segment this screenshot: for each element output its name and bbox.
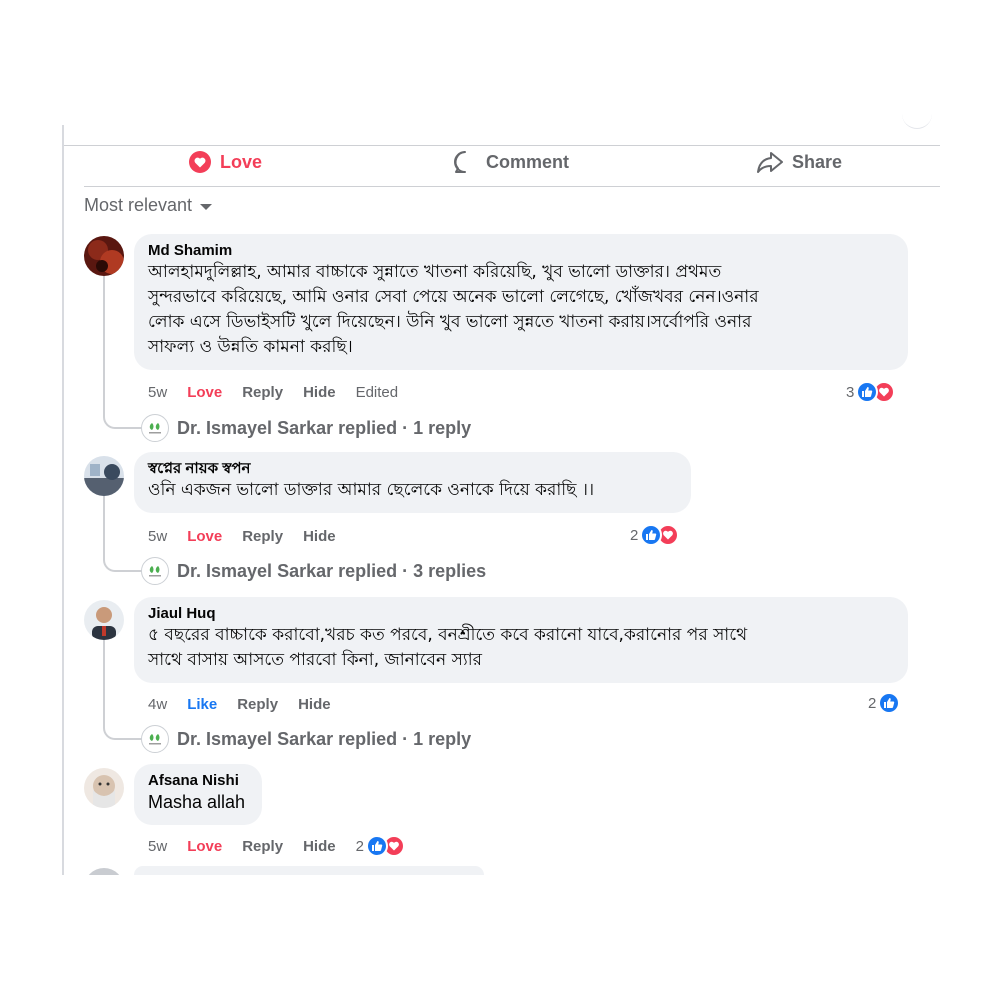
heart-icon [188, 150, 212, 174]
caret-down-icon [200, 204, 213, 210]
clinic-logo-icon [141, 725, 169, 753]
comment-text-line: ৫ বছরের বাচ্চাকে করাবো,খরচ কত পরবে, বনশ্… [148, 625, 748, 645]
comment-text-line: ওনি একজন ভালো ডাক্তার আমার ছেলেকে ওনাকে … [148, 480, 595, 500]
comment-author[interactable]: Afsana Nishi [148, 772, 248, 790]
reply-button[interactable]: Reply [242, 384, 283, 401]
comment-text-line: আলহামদুলিল্লাহ, আমার বাচ্চাকে সুন্নাতে খ… [148, 262, 722, 282]
divider [84, 186, 940, 187]
like-icon [365, 835, 388, 857]
hide-button[interactable]: Hide [303, 384, 336, 401]
view-replies-link[interactable]: Dr. Ismayel Sarkar replied · 1 reply [141, 725, 471, 753]
reaction-count: 2 [355, 837, 364, 855]
hide-button[interactable]: Hide [303, 528, 336, 545]
share-action-button[interactable]: Share [756, 148, 842, 176]
reaction-summary[interactable]: 2 [356, 835, 405, 857]
love-action-button[interactable]: Love [188, 148, 262, 176]
comment-bubble: Md Shamim আলহামদুলিল্লাহ, আমার বাচ্চাকে … [134, 234, 908, 370]
like-icon [856, 381, 879, 403]
panel-left-border [62, 125, 64, 875]
view-replies-link[interactable]: Dr. Ismayel Sarkar replied · 3 replies [141, 557, 486, 585]
comment-meta: 4w Like Reply Hide [148, 694, 331, 714]
view-replies-link[interactable]: Dr. Ismayel Sarkar replied · 1 reply [141, 414, 471, 442]
love-reaction-button[interactable]: Love [187, 838, 222, 855]
comment-icon [452, 149, 478, 175]
thread-line [103, 496, 143, 572]
avatar[interactable] [84, 768, 124, 808]
reply-summary: Dr. Ismayel Sarkar replied · 3 replies [177, 560, 487, 581]
comment-author[interactable]: স্বপ্নের নায়ক স্বপন [148, 460, 677, 478]
avatar[interactable] [84, 236, 124, 276]
like-icon [640, 524, 663, 546]
comment-meta: 5w Love Reply Hide [148, 526, 336, 546]
avatar[interactable] [84, 868, 124, 875]
comment-time[interactable]: 5w [148, 528, 167, 545]
reaction-count: 2 [630, 526, 639, 544]
reply-button[interactable]: Reply [242, 528, 283, 545]
share-action-label: Share [792, 151, 843, 172]
reply-summary: Dr. Ismayel Sarkar replied · 1 reply [177, 728, 472, 749]
comment-author[interactable]: Md Shamim [148, 242, 894, 260]
reply-summary: Dr. Ismayel Sarkar replied · 1 reply [177, 417, 472, 438]
love-reaction-button[interactable]: Love [187, 528, 222, 545]
edited-label: Edited [355, 383, 399, 401]
love-action-label: Love [220, 151, 263, 172]
comment-action-label: Comment [486, 151, 570, 172]
comment-time[interactable]: 5w [148, 838, 167, 855]
comment-text-line: সাফল্য ও উন্নতি কামনা করছি। [148, 337, 353, 357]
avatar[interactable] [84, 456, 124, 496]
sort-dropdown[interactable]: Most relevant [84, 195, 213, 216]
comment-time[interactable]: 4w [148, 696, 167, 713]
share-icon [756, 149, 784, 175]
like-icon [878, 692, 901, 714]
comment-bubble: Afsana Nishi Masha allah [134, 764, 262, 825]
comment-text-line: সাথে বাসায় আসতে পারবো কিনা, জানাবেন স্য… [148, 650, 483, 670]
comment-text-line: সুন্দরভাবে করিয়েছে, আমি ওনার সেবা পেয়ে… [148, 287, 759, 307]
reaction-summary[interactable]: 2 [868, 692, 901, 714]
comment-author[interactable]: Jiaul Huq [148, 605, 894, 623]
reply-button[interactable]: Reply [237, 696, 278, 713]
comment-bubble: Jiaul Huq ৫ বছরের বাচ্চাকে করাবো,খরচ কত … [134, 597, 908, 683]
comment-text-line: লোক এসে ডিভাইসটি খুলে দিয়েছেন। উনি খুব … [148, 312, 752, 332]
reaction-summary[interactable]: 3 [846, 381, 896, 403]
avatar[interactable] [84, 600, 124, 640]
reaction-summary[interactable]: 2 [630, 524, 680, 546]
love-reaction-button[interactable]: Love [187, 384, 222, 401]
comment-meta: 5w Love Reply Hide 2 [148, 835, 405, 857]
sort-label: Most relevant [84, 195, 193, 215]
reaction-count: 2 [868, 694, 877, 712]
comment-bubble: স্বপ্নের নায়ক স্বপন ওনি একজন ভালো ডাক্ত… [134, 452, 691, 513]
divider [64, 145, 940, 146]
reaction-count: 3 [846, 383, 855, 401]
like-reaction-button[interactable]: Like [187, 696, 217, 713]
comment-time[interactable]: 5w [148, 384, 167, 401]
comment-action-button[interactable]: Comment [452, 148, 569, 176]
comment-bubble [134, 866, 484, 875]
comment-meta: 5w Love Reply Hide Edited [148, 382, 398, 402]
reply-button[interactable]: Reply [242, 838, 283, 855]
clinic-logo-icon [141, 414, 169, 442]
hide-button[interactable]: Hide [298, 696, 331, 713]
hide-button[interactable]: Hide [303, 838, 336, 855]
comment-text-line: Masha allah [148, 792, 246, 812]
clinic-logo-icon [141, 557, 169, 585]
